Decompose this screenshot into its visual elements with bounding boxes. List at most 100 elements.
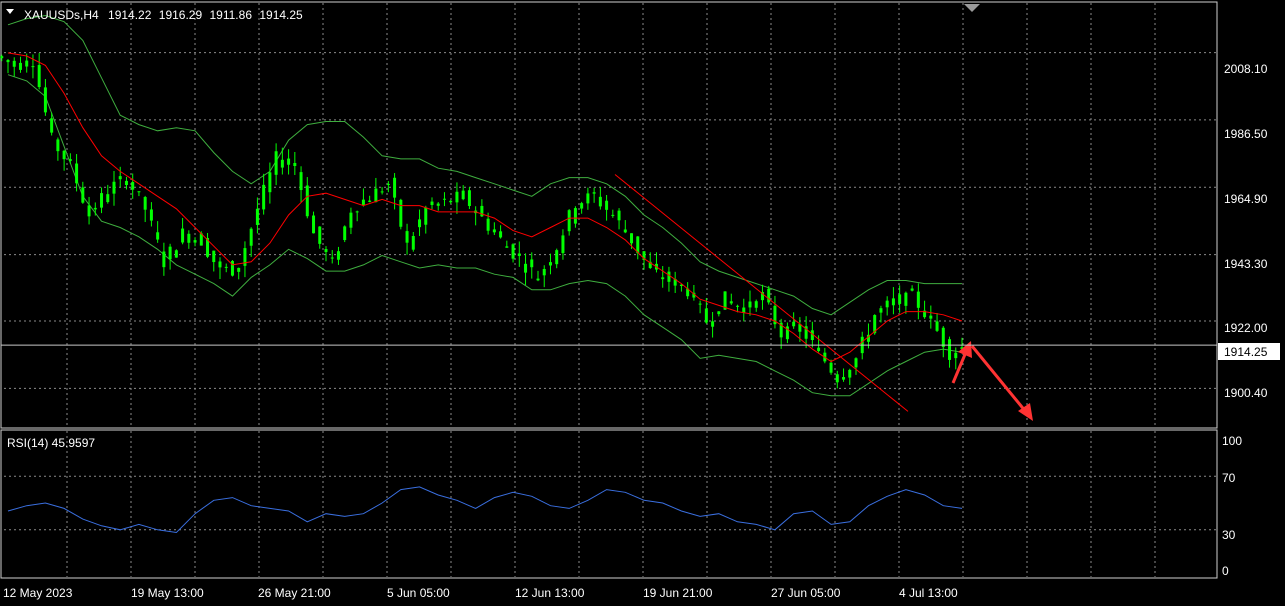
candle-body <box>106 194 110 203</box>
candle-body <box>536 278 540 281</box>
candle-body <box>168 246 172 260</box>
candle-body <box>287 158 291 165</box>
candle-body <box>517 253 521 256</box>
candle-body <box>511 244 515 259</box>
candle-body <box>424 207 428 225</box>
candle-body <box>262 184 266 210</box>
candle-body <box>368 200 372 202</box>
candle-body <box>293 163 297 166</box>
candle-body <box>499 231 503 238</box>
candle-body <box>505 246 509 248</box>
candle-body <box>605 200 609 210</box>
candle-body <box>467 190 471 206</box>
candle-body <box>12 60 16 67</box>
price-tick-label: 2008.10 <box>1224 62 1268 76</box>
candle-body <box>318 226 322 244</box>
candle-body <box>698 303 702 305</box>
candle-body <box>280 159 284 168</box>
candle-body <box>754 301 758 308</box>
candle-body <box>854 358 858 368</box>
candle-body <box>212 250 216 263</box>
candle-body <box>68 159 72 161</box>
candle-body <box>729 301 733 304</box>
candle-body <box>6 60 10 63</box>
candle-body <box>449 200 453 203</box>
time-tick-label: 27 Jun 05:00 <box>771 586 841 600</box>
rsi-tick-label: 70 <box>1222 471 1236 485</box>
candle-body <box>393 177 397 198</box>
time-tick-label: 19 Jun 21:00 <box>643 586 713 600</box>
candle-body <box>916 291 920 308</box>
candle-body <box>224 266 228 268</box>
candle-body <box>87 205 91 217</box>
candle-body <box>817 347 821 351</box>
candle-body <box>954 352 958 359</box>
candle-body <box>162 251 166 268</box>
candle-body <box>848 369 852 378</box>
candle-body <box>898 294 902 304</box>
candle-body <box>112 181 116 194</box>
candle-body <box>879 308 883 313</box>
candle-body <box>299 172 303 191</box>
candle-body <box>704 308 708 323</box>
candle-body <box>929 315 933 319</box>
candle-body <box>374 188 378 203</box>
candle-body <box>436 203 440 206</box>
candle-body <box>592 192 596 194</box>
candle-body <box>661 277 665 280</box>
time-tick-label: 12 May 2023 <box>3 586 73 600</box>
candle-body <box>255 208 259 225</box>
candle-body <box>386 183 390 185</box>
candle-body <box>486 218 490 231</box>
candle-body <box>842 377 846 380</box>
candle-body <box>0 56 4 59</box>
candle-body <box>93 207 97 210</box>
candle-body <box>380 191 384 193</box>
candle-body <box>131 182 135 190</box>
candle-body <box>411 236 415 250</box>
candle-body <box>187 233 191 243</box>
candle-body <box>442 198 446 200</box>
candle-body <box>143 197 147 210</box>
candle-body <box>18 62 22 70</box>
current-price-tag-label: 1914.25 <box>1224 345 1268 359</box>
candle-body <box>56 139 60 152</box>
price-tick-label: 1986.50 <box>1224 127 1268 141</box>
candle-body <box>792 321 796 327</box>
candle-body <box>361 199 365 206</box>
candle-body <box>349 212 353 228</box>
candle-body <box>355 211 359 213</box>
time-tick-label: 26 May 21:00 <box>258 586 331 600</box>
candle-body <box>100 193 104 208</box>
price-tick-label: 1922.00 <box>1224 321 1268 335</box>
candle-body <box>37 65 41 88</box>
candle-body <box>330 257 334 259</box>
price-tick-label: 1943.30 <box>1224 257 1268 271</box>
price-chart[interactable]: XAUUSDs,H4 1914.22 1916.29 1911.86 1914.… <box>0 0 1285 606</box>
candle-body <box>542 268 546 276</box>
candle-body <box>149 209 153 221</box>
candle-body <box>567 210 571 232</box>
candle-body <box>193 240 197 243</box>
candle-body <box>573 208 577 224</box>
candle-body <box>455 191 459 203</box>
rsi-tick-label: 100 <box>1222 434 1242 448</box>
price-tick-label: 1964.90 <box>1224 192 1268 206</box>
candle-body <box>43 87 47 113</box>
candle-body <box>617 210 621 221</box>
candle-body <box>948 339 952 360</box>
rsi-header: RSI(14) 45.9597 <box>7 436 95 450</box>
time-tick-label: 12 Jun 13:00 <box>515 586 585 600</box>
candle-body <box>904 292 908 306</box>
candle-body <box>767 288 771 303</box>
candle-body <box>461 190 465 200</box>
candle-body <box>910 288 914 291</box>
candle-body <box>748 301 752 308</box>
candle-body <box>343 226 347 241</box>
candle-body <box>835 374 839 383</box>
candle-body <box>249 228 253 246</box>
candle-body <box>611 214 615 216</box>
candle-body <box>137 191 141 193</box>
candle-body <box>586 193 590 204</box>
candle-body <box>530 259 534 268</box>
